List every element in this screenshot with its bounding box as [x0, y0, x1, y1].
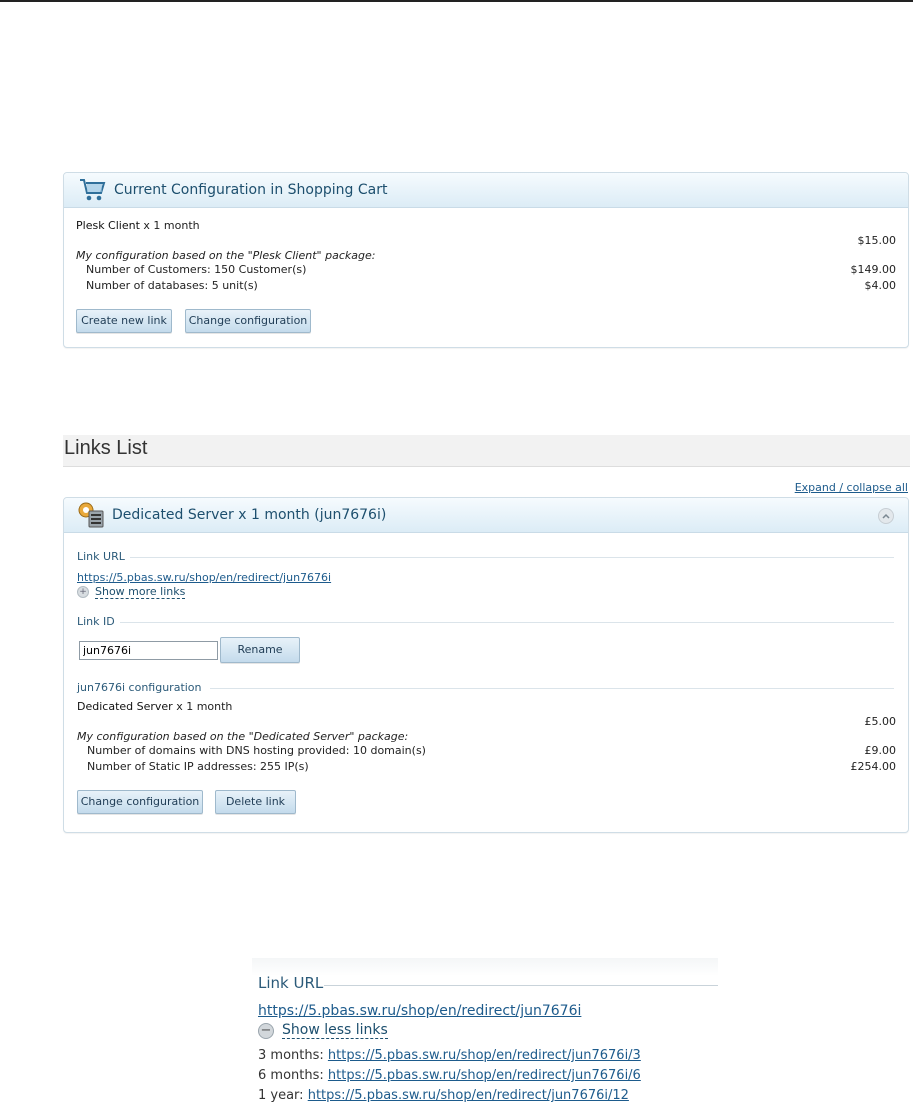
cart-item-label: Number of databases: 5 unit(s) — [86, 279, 258, 292]
configuration-label: jun7676i configuration — [77, 681, 202, 694]
link-id-label: Link ID — [77, 615, 115, 628]
shopping-cart-panel: Current Configuration in Shopping Cart P… — [63, 172, 909, 348]
link-item-panel: Dedicated Server x 1 month (jun7676i) Li… — [63, 497, 909, 833]
show-less-links-toggle[interactable]: − Show less links — [258, 1022, 388, 1039]
cart-product-line: Plesk Client x 1 month — [76, 219, 200, 232]
create-new-link-button[interactable]: Create new link — [76, 309, 172, 333]
link-product-term: x 1 month — [176, 700, 233, 713]
link-url[interactable]: https://5.pbas.sw.ru/shop/en/redirect/ju… — [77, 571, 331, 584]
period-link[interactable]: https://5.pbas.sw.ru/shop/en/redirect/ju… — [328, 1048, 641, 1063]
link-product-name: Dedicated Server — [77, 700, 173, 713]
link-item-label: Number of Static IP addresses: 255 IP(s) — [87, 760, 309, 773]
period-link-row: 3 months: https://5.pbas.sw.ru/shop/en/r… — [258, 1048, 641, 1063]
shopping-cart-header: Current Configuration in Shopping Cart — [64, 173, 908, 208]
link-url-label: Link URL — [77, 550, 125, 563]
cart-item-price: $4.00 — [864, 279, 897, 292]
cart-config-note: My configuration based on the "Plesk Cli… — [76, 249, 376, 262]
divider — [120, 622, 894, 623]
link-change-configuration-button[interactable]: Change configuration — [77, 790, 203, 814]
cart-item-label: Number of Customers: 150 Customer(s) — [86, 263, 307, 276]
link-base-price: £5.00 — [864, 715, 897, 728]
server-gear-icon — [76, 500, 106, 530]
zoomed-link-detail: Link URL https://5.pbas.sw.ru/shop/en/re… — [252, 958, 718, 1116]
zoom-link-url-label: Link URL — [258, 974, 324, 992]
period-label: 6 months: — [258, 1068, 324, 1083]
period-link-row: 1 year: https://5.pbas.sw.ru/shop/en/red… — [258, 1088, 629, 1103]
link-product-line: Dedicated Server x 1 month — [77, 700, 232, 713]
delete-link-button[interactable]: Delete link — [215, 790, 296, 814]
period-link[interactable]: https://5.pbas.sw.ru/shop/en/redirect/ju… — [328, 1068, 641, 1083]
links-list-heading: Links List — [64, 437, 148, 459]
top-border — [0, 0, 913, 2]
link-item-title: Dedicated Server x 1 month (jun7676i) — [112, 507, 387, 523]
link-item-header[interactable]: Dedicated Server x 1 month (jun7676i) — [64, 498, 908, 533]
link-item-price: £9.00 — [864, 744, 897, 757]
link-config-note: My configuration based on the "Dedicated… — [77, 730, 409, 743]
cart-base-price: $15.00 — [857, 234, 897, 247]
link-item-label: Number of domains with DNS hosting provi… — [87, 744, 426, 757]
cart-product-name: Plesk Client — [76, 219, 140, 232]
period-label: 3 months: — [258, 1048, 324, 1063]
cart-product-term: x 1 month — [143, 219, 200, 232]
shopping-cart-icon — [78, 177, 106, 203]
period-label: 1 year: — [258, 1088, 304, 1103]
chevron-up-icon[interactable] — [878, 508, 894, 524]
show-less-links-label: Show less links — [282, 1022, 388, 1039]
zoom-link-url[interactable]: https://5.pbas.sw.ru/shop/en/redirect/ju… — [258, 1003, 581, 1019]
cart-change-configuration-button[interactable]: Change configuration — [185, 309, 311, 333]
plus-circle-icon: + — [77, 586, 89, 598]
divider — [130, 557, 894, 558]
cart-item-price: $149.00 — [850, 263, 897, 276]
link-item-price: £254.00 — [850, 760, 897, 773]
period-link[interactable]: https://5.pbas.sw.ru/shop/en/redirect/ju… — [308, 1088, 629, 1103]
show-more-links-toggle[interactable]: + Show more links — [77, 585, 186, 599]
minus-circle-icon: − — [258, 1022, 274, 1039]
links-list-header-bar: Links List — [63, 435, 910, 467]
divider — [210, 688, 894, 689]
shopping-cart-title: Current Configuration in Shopping Cart — [114, 182, 388, 198]
period-link-row: 6 months: https://5.pbas.sw.ru/shop/en/r… — [258, 1068, 641, 1083]
expand-collapse-all-link[interactable]: Expand / collapse all — [795, 481, 908, 494]
divider — [324, 985, 718, 986]
link-id-input[interactable] — [79, 641, 218, 660]
rename-button[interactable]: Rename — [220, 637, 300, 663]
show-more-links-label: Show more links — [95, 585, 186, 599]
